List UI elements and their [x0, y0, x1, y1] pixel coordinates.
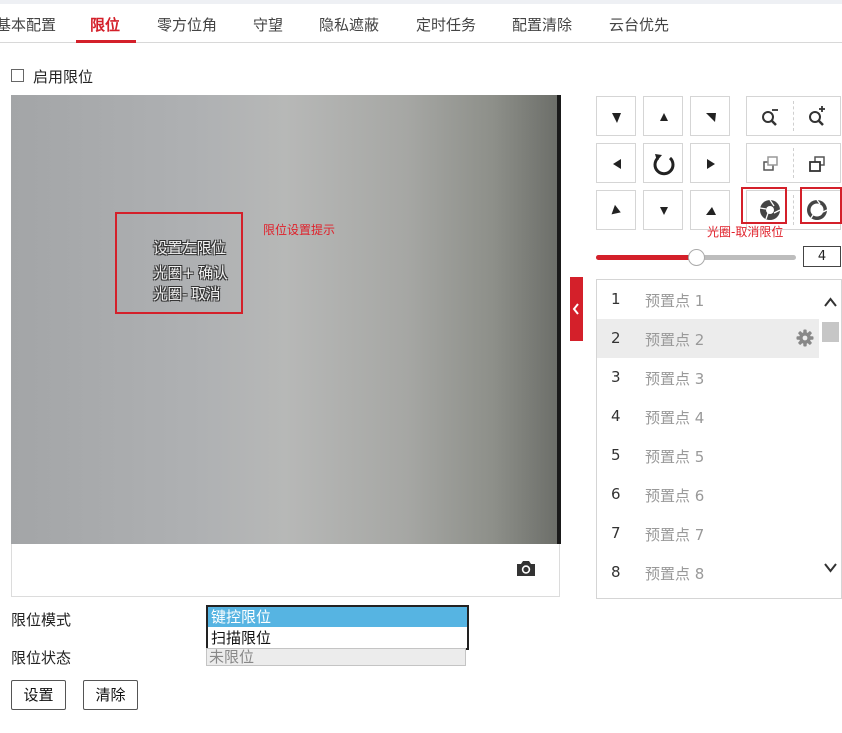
scrollbar-thumb[interactable] [822, 322, 839, 342]
preset-name: 预置点 5 [645, 448, 705, 466]
camera-icon[interactable] [515, 558, 537, 578]
speed-slider-handle[interactable] [688, 249, 705, 266]
live-video[interactable] [11, 95, 560, 544]
preset-name: 预置点 1 [645, 292, 705, 310]
preset-number: 2 [611, 329, 621, 347]
tab-scheduled-task[interactable]: 定时任务 [416, 4, 476, 42]
preset-name: 预置点 8 [645, 565, 705, 583]
tab-basic-config[interactable]: 基本配置 [0, 4, 56, 42]
ptz-left-button[interactable] [596, 143, 636, 183]
tab-zero-azimuth[interactable]: 零方位角 [157, 4, 217, 42]
arrow-up-left-icon [612, 113, 621, 123]
preset-number: 3 [611, 368, 621, 386]
limit-mode-select[interactable]: 键控限位 扫描限位 [206, 605, 469, 650]
speed-value: 4 [803, 246, 841, 267]
focus-controls [746, 143, 841, 183]
zoom-out-icon [762, 109, 778, 126]
zoom-in-icon [809, 106, 825, 126]
preset-number: 8 [611, 563, 621, 581]
limit-mode-label: 限位模式 [11, 611, 72, 629]
gear-icon[interactable] [795, 328, 815, 348]
preset-list: 1 预置点 1 2 预置点 2 3 预置点 3 4 预置点 4 5 预置点 5 … [596, 279, 842, 599]
iris-open-highlight [800, 187, 842, 224]
preset-row[interactable]: 3 预置点 3 [597, 358, 819, 397]
preset-row[interactable]: 7 预置点 7 [597, 514, 819, 553]
chevron-up-icon[interactable] [823, 296, 838, 308]
tab-privacy-mask[interactable]: 隐私遮蔽 [319, 4, 379, 42]
osd-line-2: 光圈+ 确认 [153, 264, 228, 282]
clear-button[interactable]: 清除 [83, 680, 138, 710]
preset-row[interactable]: 1 预置点 1 [597, 280, 819, 319]
ptz-down-left-button[interactable] [596, 190, 636, 230]
preset-scrollbar[interactable] [819, 280, 841, 598]
arrow-down-left-icon [611, 204, 621, 215]
ptz-up-left-button[interactable] [596, 96, 636, 136]
focus-near-icon [763, 156, 778, 171]
arrow-up-right-icon [706, 113, 716, 122]
preset-name: 预置点 6 [645, 487, 705, 505]
zoom-out-button[interactable] [747, 97, 793, 135]
iris-close-highlight [741, 187, 787, 224]
tab-limit[interactable]: 限位 [90, 4, 120, 42]
active-tab-indicator [76, 40, 136, 43]
focus-far-button[interactable] [794, 144, 840, 182]
arrow-left-icon [613, 159, 621, 169]
ptz-up-button[interactable] [643, 96, 683, 136]
zoom-in-button[interactable] [794, 97, 840, 135]
enable-limit-checkbox[interactable] [11, 69, 24, 82]
video-toolbar [11, 544, 560, 597]
preset-name: 预置点 3 [645, 370, 705, 388]
preset-number: 6 [611, 485, 621, 503]
speed-slider-fill [596, 255, 696, 260]
ptz-right-button[interactable] [690, 143, 730, 183]
enable-limit-label: 启用限位 [33, 68, 94, 86]
preset-row[interactable]: 5 预置点 5 [597, 436, 819, 475]
chevron-left-icon [572, 303, 579, 315]
iris-hint-label: 光圈-取消限位 [707, 225, 784, 239]
collapse-ptz-toggle[interactable] [570, 277, 583, 341]
auto-rotate-icon [653, 154, 675, 176]
preset-row[interactable]: 8 预置点 8 [597, 553, 819, 592]
video-edge [557, 95, 561, 544]
ptz-up-right-button[interactable] [690, 96, 730, 136]
limit-hint-label: 限位设置提示 [263, 223, 336, 237]
preset-name: 预置点 4 [645, 409, 705, 427]
ptz-down-button[interactable] [643, 190, 683, 230]
ptz-auto-button[interactable] [643, 143, 683, 183]
preset-number: 4 [611, 407, 621, 425]
limit-status-label: 限位状态 [11, 649, 72, 667]
osd-line-1: 设置左限位 [153, 239, 226, 257]
preset-number: 5 [611, 446, 621, 464]
preset-name: 预置点 7 [645, 526, 705, 544]
preset-row-selected[interactable]: 2 预置点 2 [597, 319, 819, 358]
arrow-up-icon [660, 113, 668, 121]
preset-name: 预置点 2 [645, 331, 705, 349]
tab-bar: 基本配置 限位 零方位角 守望 隐私遮蔽 定时任务 配置清除 云台优先 [0, 4, 842, 43]
limit-mode-option-scan[interactable]: 扫描限位 [208, 628, 467, 648]
zoom-controls [746, 96, 841, 136]
preset-number: 1 [611, 290, 621, 308]
osd-line-3: 光圈- 取消 [153, 285, 221, 303]
set-button[interactable]: 设置 [11, 680, 66, 710]
chevron-down-icon[interactable] [823, 562, 838, 574]
limit-status-field: 未限位 [206, 648, 466, 666]
tab-ptz-priority[interactable]: 云台优先 [609, 4, 669, 42]
focus-far-icon [809, 156, 825, 172]
preset-row[interactable]: 4 预置点 4 [597, 397, 819, 436]
tab-clear-config[interactable]: 配置清除 [512, 4, 572, 42]
arrow-down-icon [660, 207, 668, 215]
limit-mode-option-keyboard[interactable]: 键控限位 [208, 607, 467, 627]
focus-near-button[interactable] [747, 144, 793, 182]
arrow-right-icon [707, 159, 715, 169]
preset-row[interactable]: 6 预置点 6 [597, 475, 819, 514]
tab-park[interactable]: 守望 [253, 4, 283, 42]
preset-number: 7 [611, 524, 621, 542]
